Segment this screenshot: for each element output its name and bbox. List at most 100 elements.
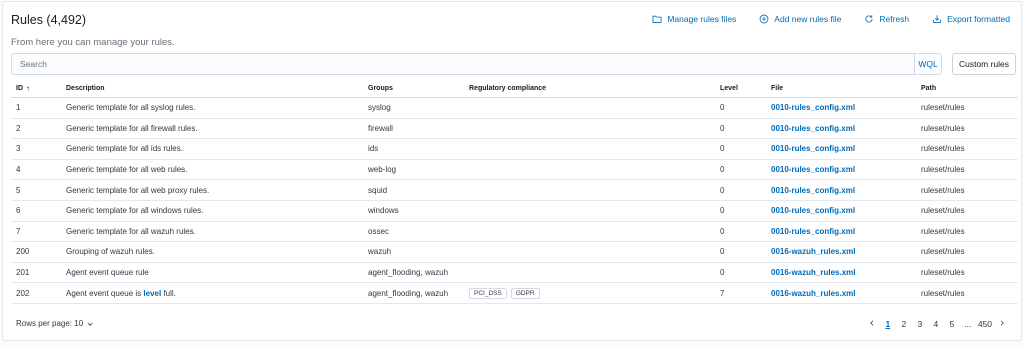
table-row[interactable]: 7 Generic template for all wazuh rules. os…: [11, 222, 1018, 243]
rule-description-text: Generic template for all windows rules.: [66, 206, 204, 216]
rule-groups: squid: [368, 185, 388, 195]
rule-file-link[interactable]: 0010-rules_config.xml: [771, 227, 855, 236]
column-header-path[interactable]: Path: [921, 80, 936, 97]
table-row[interactable]: 5 Generic template for all web proxy rule…: [11, 180, 1018, 201]
table-row[interactable]: 6 Generic template for all windows rules.…: [11, 201, 1018, 222]
rule-groups: wazuh: [368, 247, 392, 257]
page-button[interactable]: 1: [881, 318, 895, 330]
rule-id: 4: [16, 165, 21, 175]
refresh-icon: [865, 15, 873, 23]
rule-path: ruleset/rules: [921, 247, 965, 257]
rule-description-text: Generic template for all firewall rules.: [66, 123, 198, 133]
manage-rules-files-button[interactable]: Manage rules files: [652, 14, 736, 24]
rule-path: ruleset/rules: [921, 144, 965, 154]
pagination: 1 2 3 4 5... 450: [865, 318, 1009, 330]
chevron-right-icon: [1000, 320, 1004, 326]
table-row[interactable]: 202 Agent event queue is level full. agent…: [11, 283, 1018, 304]
refresh-label: Refresh: [879, 14, 910, 24]
page-button[interactable]: 4: [929, 318, 943, 330]
rule-file-link[interactable]: 0016-wazuh_rules.xml: [771, 289, 855, 298]
table-row[interactable]: 3 Generic template for all ids rules. ids 0…: [11, 139, 1018, 160]
rule-level: 0: [720, 268, 725, 278]
rows-per-page-selector[interactable]: Rows per page: 10: [16, 319, 94, 328]
rule-file-link[interactable]: 0010-rules_config.xml: [771, 124, 855, 133]
plus-circle-icon: [759, 14, 769, 24]
page-button[interactable]: 3: [913, 318, 927, 330]
rule-description-highlight: level: [143, 288, 162, 298]
rule-groups: ids: [368, 144, 379, 154]
page-title: Rules (4,492): [11, 13, 87, 27]
rule-description: Generic template for all ids rules.: [66, 139, 183, 159]
column-header-level[interactable]: Level: [720, 80, 738, 97]
rule-path: ruleset/rules: [921, 226, 965, 236]
rule-file-link[interactable]: 0010-rules_config.xml: [771, 206, 855, 215]
column-header-groups[interactable]: Groups: [368, 80, 393, 97]
rule-description-text: Grouping of wazuh rules.: [66, 247, 155, 257]
rule-description: Generic template for all windows rules.: [66, 201, 203, 221]
table-row[interactable]: 200 Grouping of wazuh rules. wazuh 0 0016-wa…: [11, 242, 1018, 263]
rule-path: ruleset/rules: [921, 185, 965, 195]
column-header-id[interactable]: ID ↑: [16, 80, 30, 97]
export-formatted-button[interactable]: Export formatted: [932, 14, 1010, 24]
rule-description: Generic template for all web proxy rules…: [66, 180, 209, 200]
page-list: 1 2 3 4 5... 450: [881, 318, 993, 330]
compliance-badge: GDPR: [510, 287, 540, 299]
rule-file-link[interactable]: 0010-rules_config.xml: [771, 165, 855, 174]
rule-description: Agent event queue is level full.: [66, 283, 176, 303]
chevron-left-icon: [869, 320, 874, 326]
previous-page-button[interactable]: [865, 318, 879, 330]
next-page-button[interactable]: [995, 318, 1009, 330]
rule-path: ruleset/rules: [921, 123, 965, 133]
rule-file-link[interactable]: 0016-wazuh_rules.xml: [771, 268, 855, 277]
column-header-id-label: ID: [16, 85, 23, 92]
rule-file-link[interactable]: 0010-rules_config.xml: [771, 144, 855, 153]
column-header-file[interactable]: File: [771, 80, 783, 97]
rule-description-text: Generic template for all ids rules.: [66, 144, 183, 154]
rule-level: 0: [720, 206, 725, 216]
rule-file-link[interactable]: 0010-rules_config.xml: [771, 103, 855, 112]
rule-level: 7: [720, 288, 725, 298]
rule-groups: windows: [368, 206, 399, 216]
table-row[interactable]: 2 Generic template for all firewall rules…: [11, 119, 1018, 140]
add-new-rules-file-label: Add new rules file: [774, 14, 842, 24]
table-body: 1 Generic template for all syslog rules. s…: [11, 98, 1018, 304]
rule-description-text: Generic template for all web rules.: [66, 165, 188, 175]
page-button[interactable]: 450: [977, 318, 993, 330]
rule-description-text: Agent event queue rule: [66, 268, 149, 278]
rules-panel: Rules (4,492) From here you can manage y…: [2, 1, 1022, 341]
table-row[interactable]: 1 Generic template for all syslog rules. s…: [11, 98, 1018, 119]
rule-description: Generic template for all wazuh rules.: [66, 222, 196, 242]
refresh-button[interactable]: Refresh: [864, 14, 909, 24]
rule-id: 201: [16, 268, 30, 278]
rule-groups: agent_flooding, wazuh: [368, 288, 449, 298]
add-new-rules-file-button[interactable]: Add new rules file: [759, 14, 841, 24]
rule-description-suffix: full.: [161, 288, 176, 298]
table-row[interactable]: 4 Generic template for all web rules. web-…: [11, 160, 1018, 181]
rule-path: ruleset/rules: [921, 206, 965, 216]
rule-level: 0: [720, 185, 725, 195]
rule-file-link[interactable]: 0010-rules_config.xml: [771, 186, 855, 195]
wql-toggle[interactable]: WQL: [914, 54, 941, 74]
rule-level: 0: [720, 247, 725, 257]
rule-id: 202: [16, 288, 30, 298]
header-actions: Manage rules files Add new rules file Re…: [652, 14, 1010, 24]
rule-description-text: Generic template for all wazuh rules.: [66, 226, 196, 236]
rule-level: 0: [720, 144, 725, 154]
rule-id: 5: [16, 185, 21, 195]
rule-file-link[interactable]: 0016-wazuh_rules.xml: [771, 247, 855, 256]
page-button[interactable]: 5: [945, 318, 959, 330]
rule-level: 0: [720, 226, 725, 236]
column-header-description[interactable]: Description: [66, 80, 105, 97]
page-ellipsis: ...: [964, 319, 972, 329]
export-formatted-label: Export formatted: [947, 14, 1010, 24]
page-button[interactable]: 2: [897, 318, 911, 330]
rule-level: 0: [720, 123, 725, 133]
rule-groups: agent_flooding, wazuh: [368, 268, 449, 278]
rule-level: 0: [720, 165, 725, 175]
rule-groups: syslog: [368, 103, 391, 113]
search-input[interactable]: [12, 54, 914, 74]
rule-description-text: Generic template for all syslog rules.: [66, 103, 196, 113]
rule-compliance: PCI_DSS GDPR: [469, 283, 540, 303]
table-row[interactable]: 201 Agent event queue rule agent_flooding,…: [11, 263, 1018, 284]
custom-rules-button[interactable]: Custom rules: [952, 53, 1016, 75]
